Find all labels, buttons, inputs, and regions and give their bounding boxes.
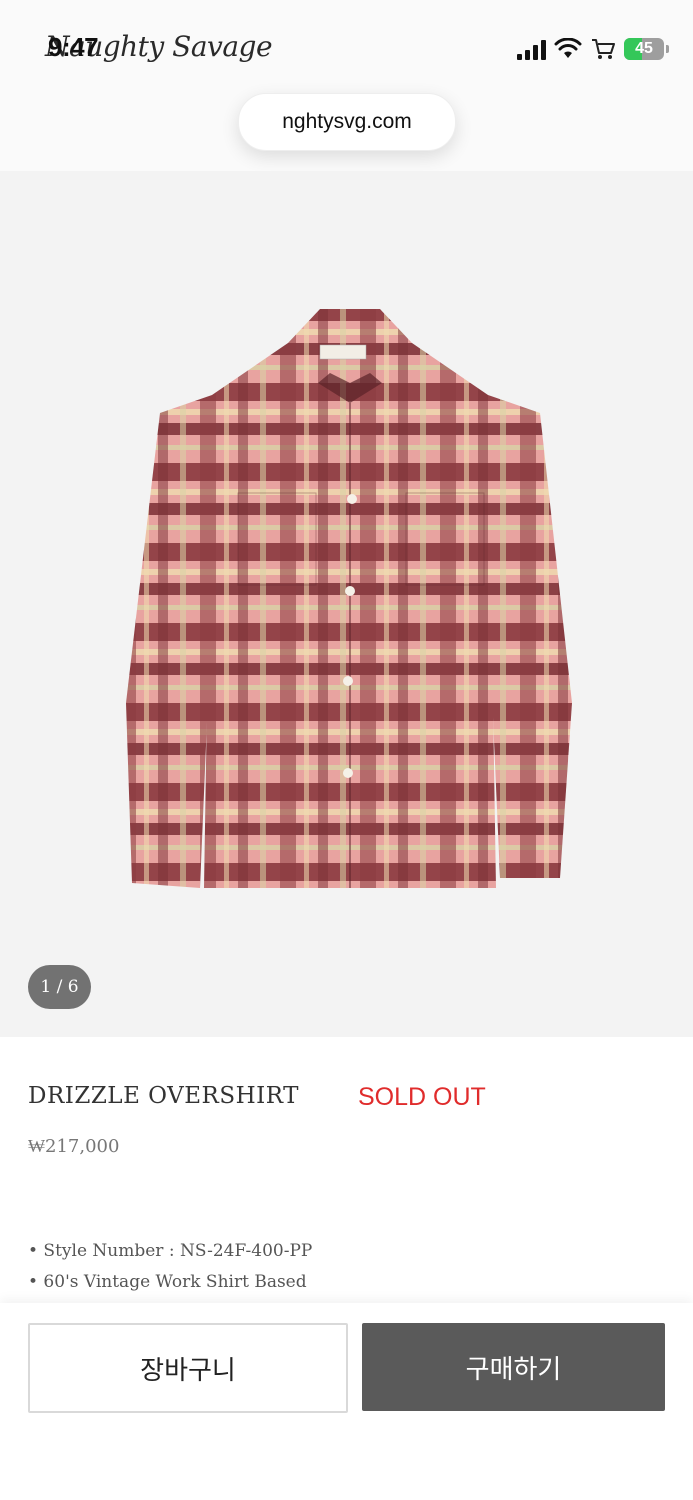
product-details: • Style Number : NS-24F-400-PP • 60's Vi… (28, 1237, 312, 1299)
cart-icon[interactable] (590, 36, 616, 62)
battery-percent: 45 (635, 40, 653, 57)
detail-item: • Style Number : NS-24F-400-PP (28, 1241, 313, 1261)
site-header: Naughty Savage 9:47 45 nghtysvg.com (0, 0, 693, 171)
product-image[interactable] (120, 303, 580, 895)
url-bar[interactable]: nghtysvg.com (238, 93, 456, 151)
buy-now-button[interactable]: 구매하기 (362, 1323, 665, 1411)
detail-item: • 60's Vintage Work Shirt Based (28, 1272, 307, 1292)
battery-icon: 45 (624, 38, 664, 60)
sold-out-badge: SOLD OUT (358, 1083, 486, 1111)
action-bar: 장바구니 구매하기 (0, 1303, 693, 1500)
wifi-icon (554, 38, 582, 58)
battery-cap (666, 45, 669, 53)
product-price: ₩217,000 (28, 1136, 120, 1157)
status-icons: 45 (517, 36, 669, 62)
status-time: 9:47 (48, 32, 99, 62)
product-title: DRIZZLE OVERSHIRT (28, 1083, 300, 1109)
product-gallery[interactable]: 1 / 6 (0, 171, 693, 1037)
image-counter: 1 / 6 (28, 965, 91, 1009)
signal-icon (517, 38, 546, 60)
add-to-cart-button[interactable]: 장바구니 (28, 1323, 348, 1413)
